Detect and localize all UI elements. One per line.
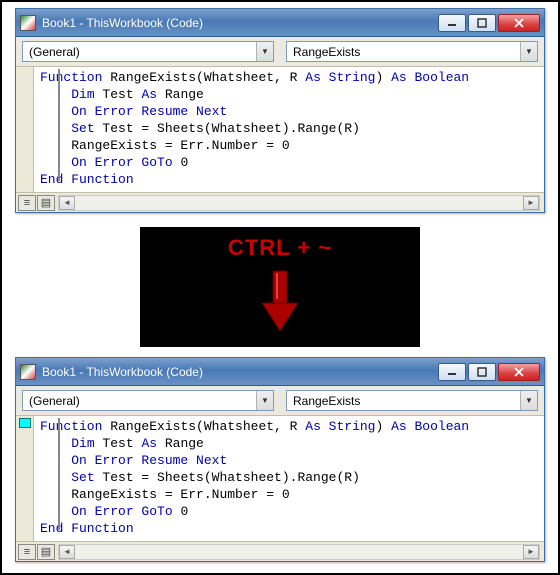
procedure-view-button[interactable]: ≡ <box>18 195 36 211</box>
minimize-button[interactable] <box>438 363 466 381</box>
object-dropdown[interactable]: (General) ▼ <box>22 41 274 62</box>
shortcut-indicator: CTRL + ~ <box>8 227 552 347</box>
object-dropdown-value: (General) <box>29 45 80 59</box>
window-title: Book1 - ThisWorkbook (Code) <box>42 365 438 379</box>
object-dropdown-value: (General) <box>29 394 80 408</box>
procedure-dropdown-value: RangeExists <box>293 394 360 408</box>
arrow-down-icon <box>258 269 302 335</box>
procedure-separator <box>58 69 60 181</box>
code-pane: Function RangeExists(Whatsheet, R As Str… <box>16 416 544 541</box>
scroll-right-icon[interactable]: ► <box>523 196 539 210</box>
margin-indicator-bar[interactable] <box>16 416 34 541</box>
window-buttons <box>438 14 540 32</box>
object-dropdown[interactable]: (General) ▼ <box>22 390 274 411</box>
scroll-left-icon[interactable]: ◄ <box>59 545 75 559</box>
bottom-bar: ≡ ▤ ◄ ► <box>16 541 544 561</box>
shortcut-label: CTRL + ~ <box>228 235 332 261</box>
bookmark-marker-icon[interactable] <box>19 418 31 428</box>
close-button[interactable] <box>498 14 540 32</box>
code-pane: Function RangeExists(Whatsheet, R As Str… <box>16 67 544 192</box>
code-window-after: Book1 - ThisWorkbook (Code) (General) ▼ … <box>15 357 545 562</box>
procedure-dropdown-value: RangeExists <box>293 45 360 59</box>
window-buttons <box>438 363 540 381</box>
horizontal-scrollbar[interactable]: ◄ ► <box>58 544 540 560</box>
chevron-down-icon[interactable]: ▼ <box>520 391 537 410</box>
margin-indicator-bar[interactable] <box>16 67 34 192</box>
excel-icon <box>20 15 36 31</box>
shortcut-box: CTRL + ~ <box>140 227 420 347</box>
scroll-left-icon[interactable]: ◄ <box>59 196 75 210</box>
code-editor[interactable]: Function RangeExists(Whatsheet, R As Str… <box>34 67 544 192</box>
chevron-down-icon[interactable]: ▼ <box>256 391 273 410</box>
excel-icon <box>20 364 36 380</box>
code-editor[interactable]: Function RangeExists(Whatsheet, R As Str… <box>34 416 544 541</box>
code-pane-toolbar: (General) ▼ RangeExists ▼ <box>16 37 544 67</box>
minimize-button[interactable] <box>438 14 466 32</box>
maximize-button[interactable] <box>468 363 496 381</box>
procedure-dropdown[interactable]: RangeExists ▼ <box>286 41 538 62</box>
procedure-view-button[interactable]: ≡ <box>18 544 36 560</box>
chevron-down-icon[interactable]: ▼ <box>520 42 537 61</box>
window-title: Book1 - ThisWorkbook (Code) <box>42 16 438 30</box>
bottom-bar: ≡ ▤ ◄ ► <box>16 192 544 212</box>
procedure-dropdown[interactable]: RangeExists ▼ <box>286 390 538 411</box>
full-module-view-button[interactable]: ▤ <box>37 544 55 560</box>
maximize-button[interactable] <box>468 14 496 32</box>
full-module-view-button[interactable]: ▤ <box>37 195 55 211</box>
code-window-before: Book1 - ThisWorkbook (Code) (General) ▼ … <box>15 8 545 213</box>
scroll-right-icon[interactable]: ► <box>523 545 539 559</box>
titlebar[interactable]: Book1 - ThisWorkbook (Code) <box>16 9 544 37</box>
close-button[interactable] <box>498 363 540 381</box>
titlebar[interactable]: Book1 - ThisWorkbook (Code) <box>16 358 544 386</box>
chevron-down-icon[interactable]: ▼ <box>256 42 273 61</box>
procedure-separator <box>58 418 60 530</box>
horizontal-scrollbar[interactable]: ◄ ► <box>58 195 540 211</box>
code-pane-toolbar: (General) ▼ RangeExists ▼ <box>16 386 544 416</box>
